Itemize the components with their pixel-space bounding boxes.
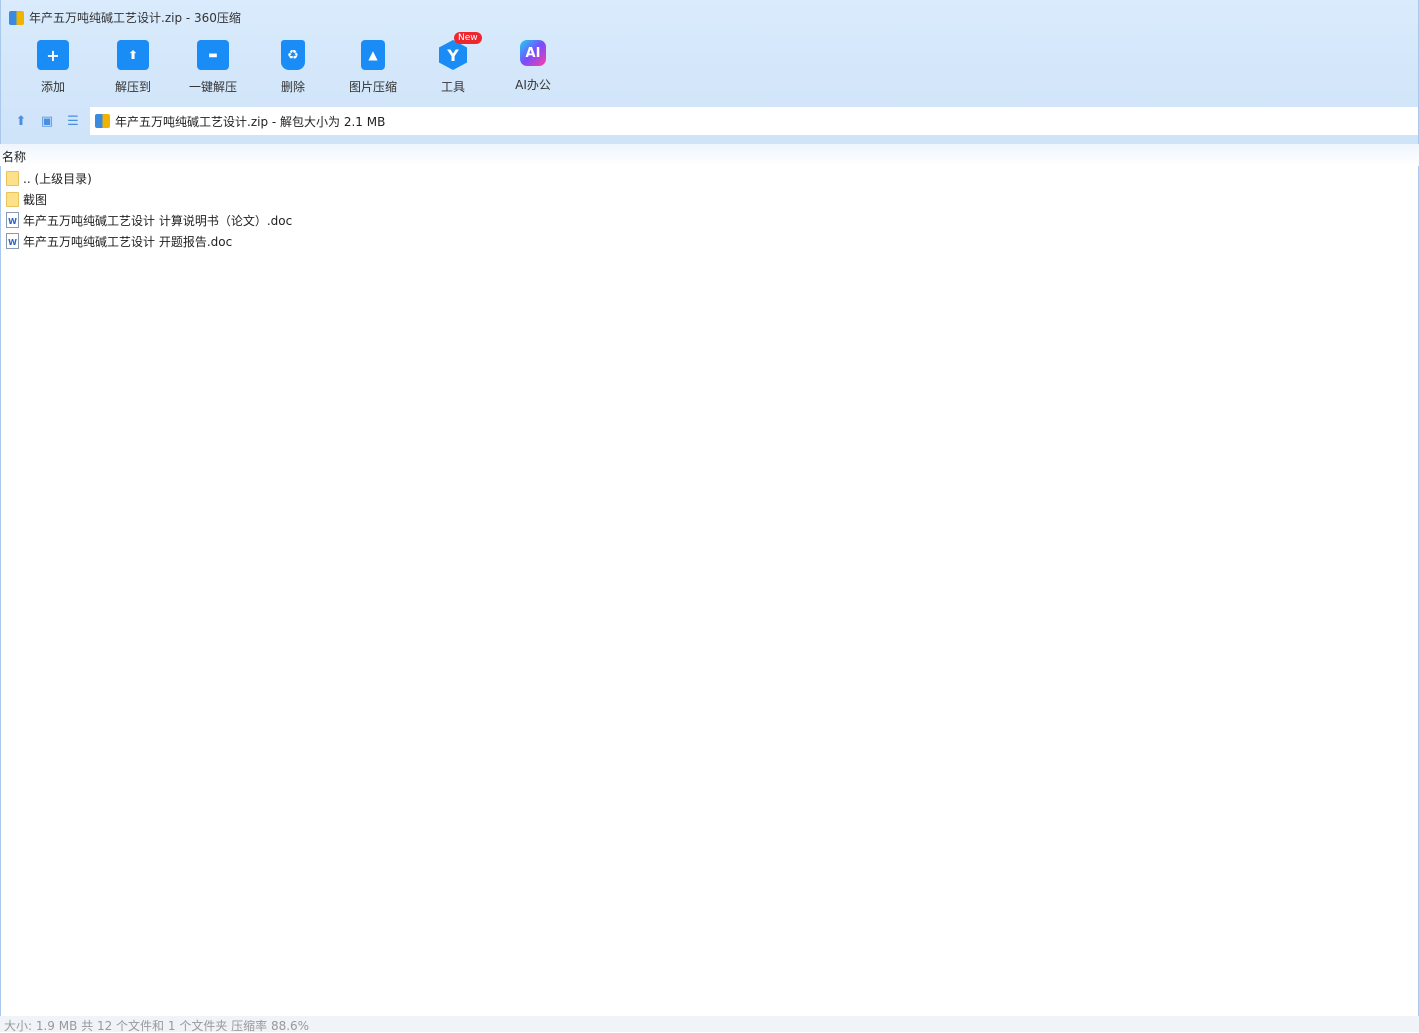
list-item-folder[interactable]: 截图 <box>6 189 47 209</box>
up-arrow-icon[interactable]: ⬆ <box>13 114 29 130</box>
delete-label: 删除 <box>280 80 305 94</box>
item-name: 截图 <box>23 192 48 207</box>
window-title-text: 年产五万吨纯碱工艺设计.zip - 360压缩 <box>29 11 241 25</box>
list-item-doc[interactable]: W 年产五万吨纯碱工艺设计 开题报告.doc <box>6 231 232 251</box>
add-button[interactable]: + 添加 <box>13 40 93 95</box>
title-toolbar-area: 年产五万吨纯碱工艺设计.zip - 360压缩 + 添加 ⬆ 解压到 ▬ 一键解压 ♻… <box>0 0 1419 144</box>
address-bar[interactable]: 年产五万吨纯碱工艺设计.zip - 解包大小为 2.1 MB <box>90 107 1418 135</box>
thumbnail-view-icon[interactable]: ▣ <box>39 114 55 130</box>
one-click-extract-label: 一键解压 <box>188 80 237 94</box>
one-click-extract-icon: ▬ <box>197 40 229 70</box>
image-compress-label: 图片压缩 <box>348 80 397 94</box>
word-doc-icon: W <box>6 212 19 228</box>
column-header-name[interactable]: 名称 <box>0 144 1419 166</box>
one-click-extract-button[interactable]: ▬ 一键解压 <box>173 40 253 95</box>
file-list <box>0 144 1419 1016</box>
extract-to-label: 解压到 <box>114 80 151 94</box>
extract-to-icon: ⬆ <box>117 40 149 70</box>
tools-button[interactable]: Y 工具 <box>413 40 493 95</box>
image-compress-button[interactable]: ▲ 图片压缩 <box>333 40 413 95</box>
window-title: 年产五万吨纯碱工艺设计.zip - 360压缩 <box>9 9 241 26</box>
list-view-icon[interactable]: ☰ <box>65 114 81 130</box>
zip-icon <box>95 114 110 128</box>
add-folder-icon: + <box>37 40 69 70</box>
delete-button[interactable]: ♻ 删除 <box>253 40 333 95</box>
item-name: 年产五万吨纯碱工艺设计 计算说明书（论文）.doc <box>23 213 293 228</box>
ai-office-label: AI办公 <box>515 78 551 92</box>
item-name: .. (上级目录) <box>23 171 92 186</box>
address-text: 年产五万吨纯碱工艺设计.zip - 解包大小为 2.1 MB <box>115 114 386 129</box>
new-badge: New <box>454 32 482 44</box>
extract-to-button[interactable]: ⬆ 解压到 <box>93 40 173 95</box>
status-bar: 大小: 1.9 MB 共 12 个文件和 1 个文件夹 压缩率 88.6% <box>0 1016 1419 1033</box>
ai-office-button[interactable]: AI AI办公 <box>493 40 573 93</box>
ai-office-icon: AI <box>520 40 546 66</box>
recycle-bin-icon: ♻ <box>281 40 305 70</box>
image-compress-icon: ▲ <box>361 40 385 70</box>
folder-icon <box>6 170 19 186</box>
add-label: 添加 <box>40 80 65 94</box>
word-doc-icon: W <box>6 233 19 249</box>
tools-icon: Y <box>439 40 467 70</box>
zip-icon <box>9 10 24 25</box>
tools-label: 工具 <box>440 80 465 94</box>
list-item-doc[interactable]: W 年产五万吨纯碱工艺设计 计算说明书（论文）.doc <box>6 210 292 230</box>
item-name: 年产五万吨纯碱工艺设计 开题报告.doc <box>23 234 233 249</box>
list-item-parent[interactable]: .. (上级目录) <box>6 168 92 188</box>
folder-icon <box>6 191 19 207</box>
